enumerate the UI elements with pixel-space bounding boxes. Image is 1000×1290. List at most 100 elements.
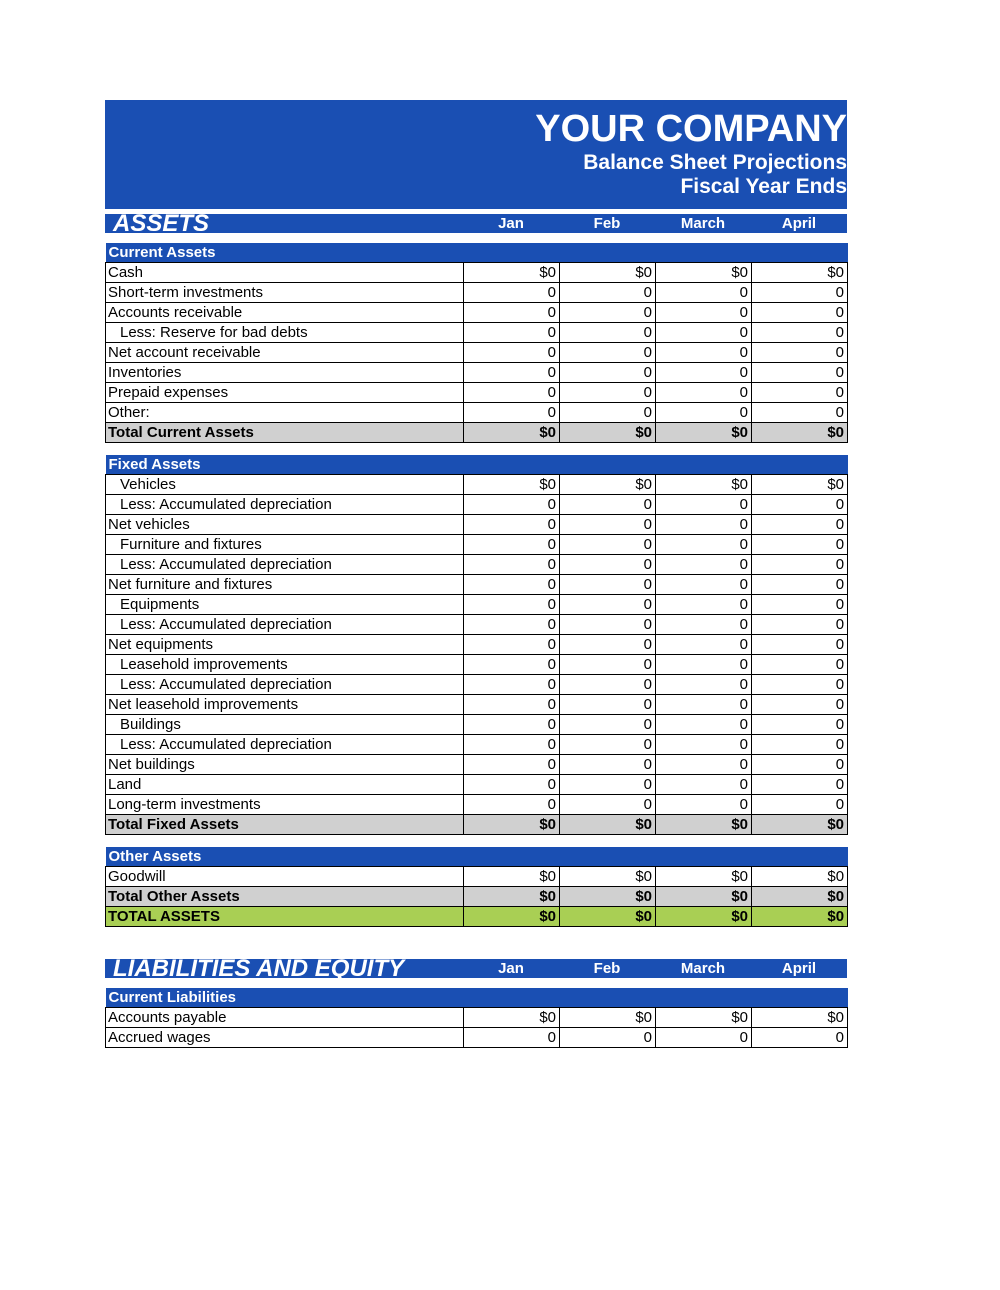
table-row: Furniture and fixtures0000 <box>106 535 848 555</box>
company-name: YOUR COMPANY <box>105 108 847 151</box>
cell-value: 0 <box>656 715 752 735</box>
table-row: Prepaid expenses0000 <box>106 383 848 403</box>
cell-value: 0 <box>464 695 560 715</box>
cell-value: 0 <box>656 383 752 403</box>
row-label: Equipments <box>106 595 464 615</box>
cell-value: 0 <box>560 363 656 383</box>
cell-value: 0 <box>656 755 752 775</box>
cell-value: 0 <box>752 575 848 595</box>
cell-value: 0 <box>560 715 656 735</box>
row-label: Net furniture and fixtures <box>106 575 464 595</box>
cell-value: 0 <box>656 283 752 303</box>
row-label: Accrued wages <box>106 1028 464 1048</box>
row-label: Net vehicles <box>106 515 464 535</box>
cell-value: 0 <box>656 363 752 383</box>
row-label: Prepaid expenses <box>106 383 464 403</box>
cell-value: 0 <box>656 403 752 423</box>
table-row: Less: Accumulated depreciation0000 <box>106 615 848 635</box>
table-row: Goodwill$0$0$0$0 <box>106 867 848 887</box>
cell-value: 0 <box>656 323 752 343</box>
cell-value: $0 <box>560 475 656 495</box>
cell-value: 0 <box>560 675 656 695</box>
cell-value: $0 <box>656 1008 752 1028</box>
cell-value: 0 <box>752 755 848 775</box>
row-label: Short-term investments <box>106 283 464 303</box>
cell-value: 0 <box>560 515 656 535</box>
cell-value: 0 <box>464 575 560 595</box>
total-other-assets: Total Other Assets $0 $0 $0 $0 <box>106 887 848 907</box>
current-assets-table: Current Assets Cash$0$0$0$0Short-term in… <box>105 243 848 443</box>
cell-value: 0 <box>464 655 560 675</box>
cell-value: 0 <box>752 615 848 635</box>
row-label: Long-term investments <box>106 795 464 815</box>
cell-value: $0 <box>464 475 560 495</box>
cell-value: 0 <box>656 1028 752 1048</box>
cell-value: 0 <box>464 495 560 515</box>
cell-value: 0 <box>560 615 656 635</box>
cell-value: 0 <box>752 343 848 363</box>
cell-value: 0 <box>560 343 656 363</box>
cell-value: $0 <box>464 867 560 887</box>
cell-value: 0 <box>560 635 656 655</box>
cell-value: 0 <box>560 775 656 795</box>
cell-value: 0 <box>656 495 752 515</box>
cell-value: 0 <box>464 303 560 323</box>
cell-value: 0 <box>656 675 752 695</box>
table-row: Vehicles$0$0$0$0 <box>106 475 848 495</box>
table-row: Long-term investments0000 <box>106 795 848 815</box>
table-row: Accounts receivable0000 <box>106 303 848 323</box>
assets-table: ASSETS Jan Feb March April <box>105 214 847 233</box>
table-row: Accrued wages0000 <box>106 1028 848 1048</box>
table-row: Net vehicles0000 <box>106 515 848 535</box>
table-row: Other:0000 <box>106 403 848 423</box>
cell-value: 0 <box>752 695 848 715</box>
cell-value: 0 <box>464 595 560 615</box>
month-march: March <box>655 959 751 978</box>
table-row: Less: Accumulated depreciation0000 <box>106 555 848 575</box>
row-label: Furniture and fixtures <box>106 535 464 555</box>
liabilities-title: LIABILITIES AND EQUITY <box>105 959 463 978</box>
row-label: Leasehold improvements <box>106 655 464 675</box>
row-label: Buildings <box>106 715 464 735</box>
row-label: Net equipments <box>106 635 464 655</box>
cell-value: $0 <box>752 867 848 887</box>
fixed-assets-table: Fixed Assets Vehicles$0$0$0$0Less: Accum… <box>105 455 848 835</box>
table-row: Land0000 <box>106 775 848 795</box>
cell-value: 0 <box>656 515 752 535</box>
cell-value: $0 <box>560 263 656 283</box>
cell-value: 0 <box>464 343 560 363</box>
table-row: Cash$0$0$0$0 <box>106 263 848 283</box>
cell-value: 0 <box>464 635 560 655</box>
table-row: Less: Reserve for bad debts0000 <box>106 323 848 343</box>
cell-value: 0 <box>752 363 848 383</box>
cell-value: 0 <box>464 363 560 383</box>
cell-value: 0 <box>752 535 848 555</box>
cell-value: 0 <box>656 735 752 755</box>
row-label: Goodwill <box>106 867 464 887</box>
cell-value: 0 <box>656 303 752 323</box>
cell-value: 0 <box>464 675 560 695</box>
title-block: YOUR COMPANY Balance Sheet Projections F… <box>105 100 847 209</box>
cell-value: 0 <box>752 515 848 535</box>
cell-value: 0 <box>464 715 560 735</box>
cell-value: $0 <box>656 867 752 887</box>
cell-value: 0 <box>752 635 848 655</box>
fixed-assets-title: Fixed Assets <box>106 455 848 475</box>
table-row: Net account receivable0000 <box>106 343 848 363</box>
cell-value: 0 <box>656 555 752 575</box>
table-row: Less: Accumulated depreciation0000 <box>106 495 848 515</box>
table-row: Inventories0000 <box>106 363 848 383</box>
cell-value: $0 <box>464 1008 560 1028</box>
cell-value: 0 <box>464 283 560 303</box>
table-row: Buildings0000 <box>106 715 848 735</box>
row-label: Net account receivable <box>106 343 464 363</box>
cell-value: 0 <box>656 655 752 675</box>
month-jan: Jan <box>463 959 559 978</box>
cell-value: 0 <box>560 695 656 715</box>
total-current-assets: Total Current Assets $0 $0 $0 $0 <box>106 423 848 443</box>
fiscal-year: Fiscal Year Ends <box>105 175 847 199</box>
row-label: Less: Accumulated depreciation <box>106 675 464 695</box>
current-liabilities-title: Current Liabilities <box>106 988 848 1008</box>
cell-value: 0 <box>752 495 848 515</box>
cell-value: 0 <box>752 795 848 815</box>
